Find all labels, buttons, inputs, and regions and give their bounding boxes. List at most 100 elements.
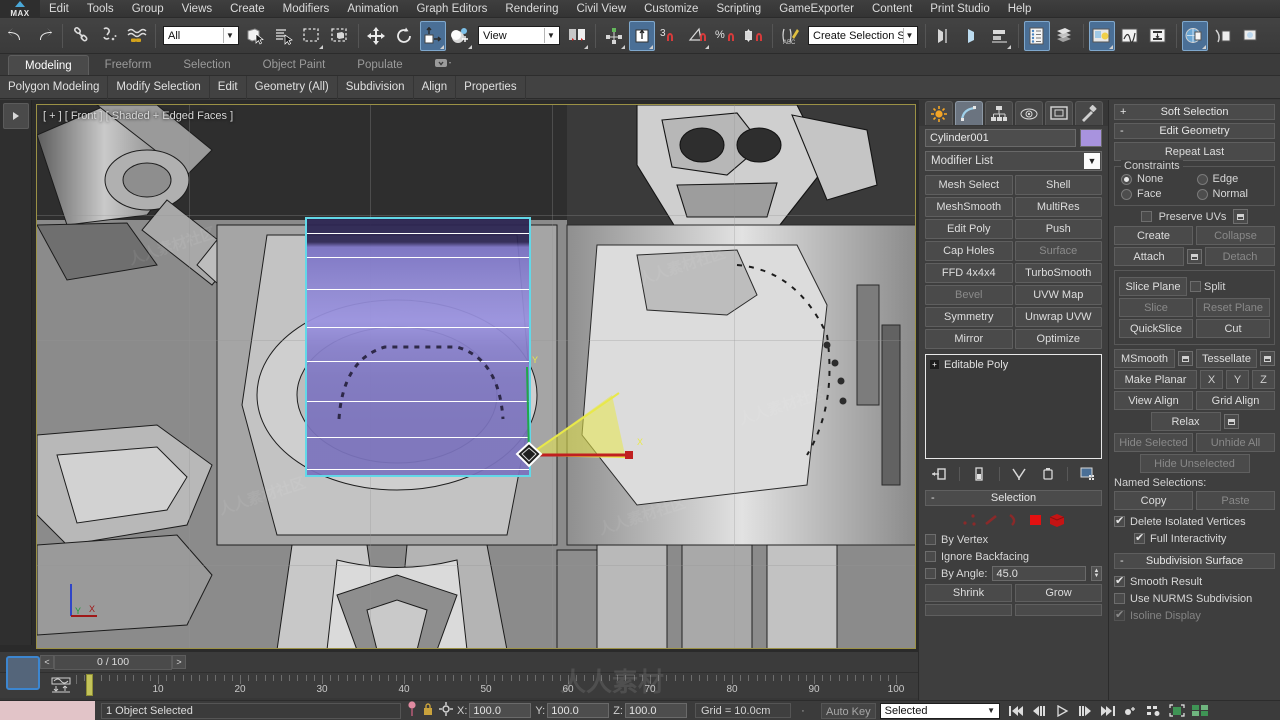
align-objects-icon[interactable] xyxy=(987,21,1013,51)
z-value[interactable]: 100.0 xyxy=(624,703,687,718)
selection-rollout-header[interactable]: - Selection xyxy=(925,490,1102,506)
attach-button[interactable]: Attach xyxy=(1114,247,1184,266)
modifier-button-optimize[interactable]: Optimize xyxy=(1014,329,1102,349)
modifier-list-dropdown[interactable]: Modifier List ▼ xyxy=(925,151,1102,171)
ribbon-tab-modeling[interactable]: Modeling xyxy=(8,55,89,75)
stack-item-editable-poly[interactable]: + Editable Poly xyxy=(928,357,1099,372)
use-nurms-checkbox[interactable] xyxy=(1114,593,1125,604)
current-frame-field[interactable]: 0 / 100 xyxy=(54,654,172,670)
x-value[interactable]: 100.0 xyxy=(469,703,532,718)
key-filter-combo[interactable]: Selected ▼ xyxy=(879,702,1000,719)
menu-item-edit[interactable]: Edit xyxy=(40,0,78,18)
display-tab-icon[interactable] xyxy=(1045,101,1073,125)
modifier-button-multires[interactable]: MultiRes xyxy=(1014,197,1102,217)
create-tab-icon[interactable] xyxy=(925,101,953,125)
modifier-button-mesh-select[interactable]: Mesh Select xyxy=(925,175,1013,195)
object-color-swatch[interactable] xyxy=(1080,129,1102,147)
element-icon[interactable] xyxy=(1049,512,1066,528)
make-planar-z-button[interactable]: Z xyxy=(1252,370,1275,389)
modifier-button-ffd-4x4x4[interactable]: FFD 4x4x4 xyxy=(925,263,1013,283)
expand-plus-icon[interactable]: + xyxy=(930,360,939,369)
named-selection-set-combo[interactable]: Create Selection Se ▼ xyxy=(808,26,918,45)
attach-settings-icon[interactable] xyxy=(1187,249,1202,264)
paste-button[interactable]: Paste xyxy=(1196,491,1275,510)
by-angle-spinner[interactable]: ▲ ▼ xyxy=(1091,566,1102,581)
menu-item-views[interactable]: Views xyxy=(173,0,221,18)
menu-item-print-studio[interactable]: Print Studio xyxy=(921,0,998,18)
tessellate-button[interactable]: Tessellate xyxy=(1196,349,1257,368)
viewport-layout-thumbnail[interactable] xyxy=(6,656,40,690)
view-align-button[interactable]: View Align xyxy=(1114,391,1193,410)
ribbon-tab-freeform[interactable]: Freeform xyxy=(89,55,168,75)
relax-button[interactable]: Relax xyxy=(1150,412,1221,431)
undo-icon[interactable] xyxy=(3,21,29,51)
constraint-face-radio[interactable] xyxy=(1121,188,1132,200)
redo-icon[interactable] xyxy=(31,21,57,51)
absolute-relative-mode-icon[interactable] xyxy=(439,702,453,719)
render-setup-icon[interactable] xyxy=(1182,20,1208,51)
modifier-button-mirror[interactable]: Mirror xyxy=(925,329,1013,349)
modifier-button-edit-poly[interactable]: Edit Poly xyxy=(925,219,1013,239)
by-angle-row[interactable]: By Angle: 45.0 ▲ ▼ xyxy=(925,565,1102,582)
key-mode-icon[interactable] xyxy=(1121,703,1141,719)
track-bar[interactable]: 10 20 30 40 50 60 70 80 90 100 xyxy=(0,672,918,698)
selected-cylinder-object[interactable] xyxy=(305,217,531,477)
select-rotate-icon[interactable] xyxy=(392,21,418,51)
object-name-field[interactable]: Cylinder001 xyxy=(925,129,1076,147)
render-production-icon[interactable] xyxy=(1238,21,1264,51)
menu-item-rendering[interactable]: Rendering xyxy=(496,0,567,18)
mirror-tool-icon[interactable] xyxy=(931,21,957,51)
next-frame-icon[interactable] xyxy=(1075,703,1095,719)
rectangular-select-icon[interactable] xyxy=(299,21,325,51)
scale-transform-gizmo[interactable]: X Y xyxy=(507,315,647,475)
ignore-backfacing-row[interactable]: Ignore Backfacing xyxy=(925,548,1102,565)
ribbon-subtab-modify-selection[interactable]: Modify Selection xyxy=(108,75,210,99)
remove-modifier-icon[interactable] xyxy=(1039,465,1057,483)
select-by-name-icon[interactable] xyxy=(271,21,297,51)
constraint-normal-row[interactable]: Normal xyxy=(1196,188,1269,200)
angle-snap-toggle-icon[interactable] xyxy=(685,21,711,51)
make-unique-icon[interactable] xyxy=(1010,465,1028,483)
modifier-button-unwrap-uvw[interactable]: Unwrap UVW xyxy=(1014,307,1102,327)
pin-stack-icon[interactable] xyxy=(930,465,948,483)
split-checkbox[interactable] xyxy=(1190,281,1201,292)
cut-button[interactable]: Cut xyxy=(1196,319,1270,338)
use-nurms-row[interactable]: Use NURMS Subdivision xyxy=(1114,590,1275,607)
smooth-result-checkbox[interactable] xyxy=(1114,574,1125,587)
modifier-button-push[interactable]: Push xyxy=(1014,219,1102,239)
grid-align-button[interactable]: Grid Align xyxy=(1196,391,1275,410)
select-scale-icon[interactable] xyxy=(420,20,446,51)
ribbon-subtab-polygon-modeling[interactable]: Polygon Modeling xyxy=(0,75,109,99)
isoline-display-checkbox[interactable] xyxy=(1114,608,1125,621)
zoom-all-icon[interactable] xyxy=(1190,703,1210,719)
schematic-view-icon[interactable] xyxy=(1145,21,1171,51)
isoline-display-row[interactable]: Isoline Display xyxy=(1114,607,1275,624)
loop-button[interactable] xyxy=(1015,604,1102,616)
hide-selected-button[interactable]: Hide Selected xyxy=(1114,433,1193,452)
edit-geometry-header[interactable]: - Edit Geometry xyxy=(1114,123,1275,139)
use-center-icon[interactable] xyxy=(448,21,474,51)
modifier-button-shell[interactable]: Shell xyxy=(1014,175,1102,195)
reference-coordinate-combo[interactable]: View ▼ xyxy=(478,26,560,45)
preserve-uvs-checkbox[interactable] xyxy=(1140,211,1152,222)
reset-plane-button[interactable]: Reset Plane xyxy=(1196,298,1270,317)
collapse-button[interactable]: Collapse xyxy=(1196,226,1275,245)
ribbon-tab-object-paint[interactable]: Object Paint xyxy=(247,55,342,75)
x-coordinate-field[interactable]: X: 100.0 xyxy=(457,703,532,718)
unhide-all-button[interactable]: Unhide All xyxy=(1196,433,1275,452)
by-vertex-checkbox[interactable] xyxy=(925,534,936,545)
create-button[interactable]: Create xyxy=(1114,226,1193,245)
constraint-edge-radio[interactable] xyxy=(1196,173,1208,185)
ring-button[interactable] xyxy=(925,604,1012,616)
modifier-button-meshsmooth[interactable]: MeshSmooth xyxy=(925,197,1013,217)
play-icon[interactable] xyxy=(1052,703,1072,719)
smooth-result-row[interactable]: Smooth Result xyxy=(1114,573,1275,590)
time-cursor[interactable] xyxy=(86,674,93,696)
detach-button[interactable]: Detach xyxy=(1205,247,1275,266)
goto-end-icon[interactable] xyxy=(1098,703,1118,719)
slice-plane-button[interactable]: Slice Plane xyxy=(1119,277,1187,296)
edit-named-selection-icon[interactable]: ABC xyxy=(778,21,804,51)
spinner-snap-icon[interactable] xyxy=(741,21,767,51)
select-object-icon[interactable] xyxy=(243,21,269,51)
auto-key-button[interactable]: Auto Key xyxy=(820,702,876,719)
